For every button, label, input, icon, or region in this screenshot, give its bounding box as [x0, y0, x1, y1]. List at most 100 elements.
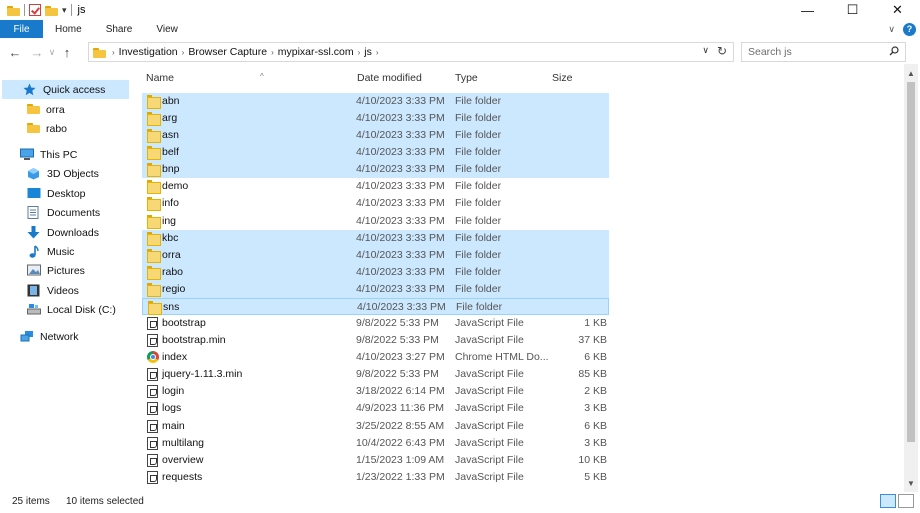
file-row[interactable]: index 4/10/2023 3:27 PM Chrome HTML Do... 6… [142, 349, 609, 366]
nav-label: Local Disk (C:) [47, 303, 116, 316]
folder-row[interactable]: regio 4/10/2023 3:33 PM File folder [142, 280, 609, 298]
up-arrow-icon[interactable]: ↑ [58, 45, 76, 60]
file-type: JavaScript File [455, 317, 524, 330]
scroll-down-arrow-icon[interactable]: ▼ [904, 476, 918, 490]
file-type: File folder [455, 180, 502, 193]
file-name: overview [162, 453, 204, 466]
js-file-icon [147, 334, 158, 348]
recent-locations-chevron-icon[interactable]: ∨ [46, 47, 58, 58]
folder-row[interactable]: rabo 4/10/2023 3:33 PM File folder [142, 263, 609, 281]
file-row[interactable]: overview 1/15/2023 1:09 AM JavaScript File… [142, 452, 609, 469]
column-header-date[interactable]: Date modified [357, 72, 422, 84]
folder-row[interactable]: ing 4/10/2023 3:33 PM File folder [142, 213, 609, 230]
scroll-up-arrow-icon[interactable]: ▲ [904, 66, 918, 80]
breadcrumb-separator-icon[interactable]: › [376, 48, 379, 57]
nav-item-videos[interactable]: Videos [27, 281, 79, 300]
folder-row[interactable]: abn 4/10/2023 3:33 PM File folder [142, 93, 609, 110]
details-view-icon[interactable] [880, 494, 896, 508]
column-header-name[interactable]: Name [146, 72, 174, 84]
file-date: 4/10/2023 3:33 PM [356, 180, 445, 193]
folder-row[interactable]: arg 4/10/2023 3:33 PM File folder [142, 110, 609, 128]
column-header-size[interactable]: Size [552, 72, 572, 84]
document-icon [27, 206, 41, 219]
file-name: orra [162, 248, 181, 261]
close-button[interactable]: ✕ [875, 0, 920, 20]
forward-arrow-icon[interactable]: → [28, 45, 46, 60]
refresh-icon[interactable]: ↻ [717, 44, 727, 58]
back-arrow-icon[interactable]: ← [6, 45, 24, 60]
tab-home[interactable]: Home [43, 20, 94, 38]
nav-item-local-disk[interactable]: Local Disk (C:) [27, 300, 116, 319]
large-icons-view-icon[interactable] [898, 494, 914, 508]
breadcrumb-mypixar[interactable]: mypixar-ssl.com [278, 46, 354, 58]
column-header-type[interactable]: Type [455, 72, 478, 84]
search-icon [889, 46, 899, 56]
maximize-button[interactable]: ☐ [830, 0, 875, 20]
file-name: info [162, 197, 179, 210]
breadcrumb-investigation[interactable]: Investigation [119, 46, 178, 58]
nav-item-quick-access[interactable]: Quick access [2, 80, 129, 99]
nav-item-orra[interactable]: orra [27, 100, 65, 119]
window-controls: — ☐ ✕ [785, 0, 920, 20]
ribbon-right: ∨ ? [888, 20, 916, 38]
breadcrumb-separator-icon[interactable]: › [358, 48, 361, 57]
file-row[interactable]: main 3/25/2022 8:55 AM JavaScript File 6 KB [142, 418, 609, 435]
tab-share[interactable]: Share [94, 20, 145, 38]
nav-item-music[interactable]: Music [27, 242, 74, 261]
nav-item-network[interactable]: Network [20, 327, 79, 346]
address-bar[interactable]: › Investigation › Browser Capture › mypi… [88, 42, 734, 62]
folder-row[interactable]: orra 4/10/2023 3:33 PM File folder [142, 246, 609, 264]
item-count: 25 items [12, 496, 50, 507]
folder-row[interactable]: bnp 4/10/2023 3:33 PM File folder [142, 161, 609, 179]
nav-item-documents[interactable]: Documents [27, 203, 100, 222]
file-name: main [162, 419, 185, 432]
file-row[interactable]: jquery-1.11.3.min 9/8/2022 5:33 PM JavaScr… [142, 366, 609, 383]
file-name: regio [162, 282, 186, 295]
file-date: 3/18/2022 6:14 PM [356, 385, 445, 398]
breadcrumb-separator-icon[interactable]: › [112, 48, 115, 57]
customize-toolbar-chevron-icon[interactable]: ▾ [62, 5, 67, 16]
new-folder-icon[interactable] [45, 5, 58, 16]
file-row[interactable]: bootstrap.min 9/8/2022 5:33 PM JavaScript … [142, 332, 609, 349]
nav-item-3d-objects[interactable]: 3D Objects [27, 164, 99, 183]
breadcrumb-browser-capture[interactable]: Browser Capture [188, 46, 267, 58]
file-type: File folder [456, 300, 503, 313]
breadcrumb-separator-icon[interactable]: › [182, 48, 185, 57]
minimize-button[interactable]: — [785, 0, 830, 20]
folder-row[interactable]: sns 4/10/2023 3:33 PM File folder [142, 297, 609, 315]
breadcrumb-js[interactable]: js [364, 46, 372, 58]
breadcrumb-separator-icon[interactable]: › [271, 48, 274, 57]
nav-label: orra [46, 103, 65, 116]
nav-item-pictures[interactable]: Pictures [27, 261, 85, 280]
nav-item-rabo[interactable]: rabo [27, 119, 67, 138]
nav-item-this-pc[interactable]: This PC [20, 145, 77, 164]
folder-row[interactable]: info 4/10/2023 3:33 PM File folder [142, 195, 609, 212]
search-input[interactable]: Search js [741, 42, 906, 62]
file-row[interactable]: bootstrap 9/8/2022 5:33 PM JavaScript File… [142, 315, 609, 332]
file-type: File folder [455, 95, 502, 107]
file-row[interactable]: requests 1/23/2022 1:33 PM JavaScript File… [142, 469, 609, 486]
folder-icon [147, 282, 161, 297]
folder-row[interactable]: demo 4/10/2023 3:33 PM File folder [142, 178, 609, 195]
vertical-scrollbar[interactable]: ▲ ▼ [904, 64, 918, 492]
file-row[interactable]: login 3/18/2022 6:14 PM JavaScript File 2 K… [142, 383, 609, 400]
sort-ascending-icon: ^ [260, 72, 264, 81]
nav-label: rabo [46, 122, 68, 135]
nav-item-downloads[interactable]: Downloads [27, 223, 99, 242]
nav-item-desktop[interactable]: Desktop [27, 184, 86, 203]
scrollbar-thumb[interactable] [907, 82, 915, 442]
folder-row[interactable]: belf 4/10/2023 3:33 PM File folder [142, 144, 609, 162]
file-name: bootstrap [162, 317, 206, 330]
folder-row[interactable]: kbc 4/10/2023 3:33 PM File folder [142, 229, 609, 247]
address-dropdown-chevron-icon[interactable]: ∨ [702, 45, 709, 56]
help-icon[interactable]: ? [903, 22, 916, 36]
file-row[interactable]: logs 4/9/2023 11:36 PM JavaScript File 3 KB [142, 400, 609, 417]
file-row[interactable]: multilang 10/4/2022 6:43 PM JavaScript Fil… [142, 435, 609, 452]
expand-ribbon-chevron-icon[interactable]: ∨ [888, 24, 895, 35]
folder-icon[interactable] [7, 5, 20, 16]
tab-view[interactable]: View [144, 20, 190, 38]
properties-check-icon[interactable] [29, 4, 41, 16]
file-name: kbc [162, 231, 179, 244]
tab-file[interactable]: File [0, 20, 43, 38]
folder-row[interactable]: asn 4/10/2023 3:33 PM File folder [142, 127, 609, 145]
